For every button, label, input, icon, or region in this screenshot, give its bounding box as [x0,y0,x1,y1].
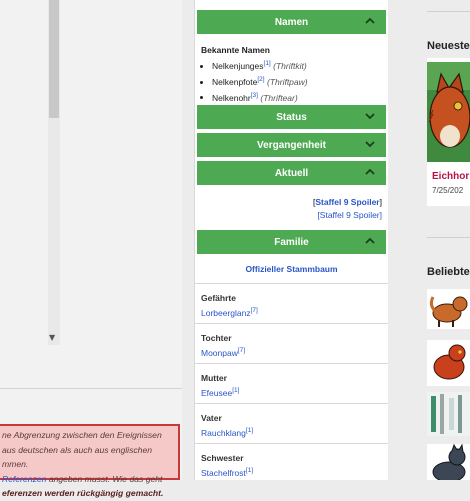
family-label: Gefährte [201,293,236,303]
family-member-link[interactable]: Moonpaw [201,348,238,358]
chevron-up-icon[interactable] [364,167,376,177]
warning-line-4-text: angeben musst. Wie das geht [46,473,163,484]
section-title: Familie [274,236,309,248]
ref-link[interactable]: [1] [264,60,271,67]
ref-link[interactable]: [7] [238,347,245,354]
divider [427,11,470,12]
family-member-link[interactable]: Stachelfrost [201,468,246,478]
family-row: Vater Rauchklang[1] [195,403,388,444]
gutter [182,0,194,480]
divider [0,388,182,389]
section-header-familie[interactable]: Familie [197,230,386,254]
ref-link[interactable]: [1] [232,387,239,394]
section-title: Namen [274,16,309,28]
popular-thumb-4[interactable] [427,444,470,480]
family-label: Mutter [201,373,227,383]
ref-link[interactable]: [1] [246,467,253,474]
chevron-up-icon[interactable] [364,236,376,246]
family-row: Gefährte Lorbeerglanz[7] [195,283,388,324]
family-member-link[interactable]: Lorbeerglanz [201,308,251,318]
chevron-down-icon[interactable] [364,139,376,149]
reference-warning-box: ne Abgrenzung zwischen den Ereignissen a… [0,424,180,498]
family-row: Schwester Stachelfrost[1] [195,443,388,481]
chevron-up-icon[interactable] [364,16,376,26]
name-de: Nelkenohr [212,92,251,103]
name-en: (Thriftkit) [273,60,307,71]
section-title: Vergangenheit [257,139,326,151]
list-item: Nelkenjunges[1] (Thriftkit) [212,57,308,73]
family-member-link[interactable]: Rauchklang [201,428,246,438]
warning-line-3: mmen. [2,459,29,469]
popular-thumb-1[interactable] [427,289,470,329]
section-title: Status [276,111,307,123]
known-names-header: Bekannte Namen [201,45,270,55]
warning-line-1: ne Abgrenzung zwischen den Ereignissen [2,430,162,440]
family-row: Mutter Efeusee[1] [195,363,388,404]
warning-line-5: eferenzen werden rückgängig gemacht. [2,486,178,501]
chevron-down-icon[interactable] [364,111,376,121]
family-label: Vater [201,413,222,423]
ref-link[interactable]: [3] [251,92,258,99]
section-header-namen[interactable]: Namen [197,10,386,34]
name-en: (Thriftpaw) [266,76,308,87]
character-infobox: Namen Bekannte Namen Nelkenjunges[1] (Th… [194,0,389,480]
article-title-link[interactable]: Eichhor [432,171,469,182]
ref-link[interactable]: [1] [246,427,253,434]
list-item: Nelkenohr[3] (Thriftear) [212,89,308,105]
ref-link[interactable]: [7] [251,307,258,314]
newest-article-card[interactable]: Eichhor 7/25/202 [427,58,470,206]
divider [427,237,470,238]
name-de: Nelkenjunges [212,60,264,71]
family-member-link[interactable]: Efeusee [201,388,232,398]
section-title: Aktuell [274,167,309,179]
spoiler-sub-link[interactable]: [Staffel 9 Spoiler] [317,210,382,220]
newest-heading: Neueste [427,40,470,52]
official-family-tree-link[interactable]: Offizieller Stammbaum [195,264,388,274]
scroll-down-arrow-icon[interactable]: ▼ [49,333,55,342]
family-row: Tochter Moonpaw[7] [195,323,388,364]
family-label: Schwester [201,453,244,463]
cat-image[interactable] [427,62,470,162]
known-names: Bekannte Namen Nelkenjunges[1] (Thriftki… [201,45,308,104]
list-item: Nelkenpfote[2] (Thriftpaw) [212,73,308,89]
section-header-status[interactable]: Status [197,105,386,129]
spoiler-link[interactable]: Staffel 9 Spoiler [315,197,379,207]
name-de: Nelkenpfote [212,76,258,87]
scrollbar-thumb[interactable] [49,0,59,118]
references-link[interactable]: Referenzen [2,474,46,484]
section-header-vergangenheit[interactable]: Vergangenheit [197,133,386,157]
spoiler-link-row: [Staffel 9 Spoiler] [313,197,382,207]
popular-heading: Beliebte [427,266,470,278]
article-date: 7/25/202 [432,186,464,195]
ref-link[interactable]: [2] [257,76,264,83]
name-en: (Thriftear) [260,92,298,103]
warning-line-4: Referenzen angeben musst. Wie das geht [2,472,178,487]
popular-thumb-2[interactable] [427,340,470,386]
bracket: ] [379,197,382,207]
warning-line-2: aus deutschen als auch aus englischen [2,444,153,455]
family-label: Tochter [201,333,232,343]
article-left-pane: ▼ ne Abgrenzung zwischen den Ereignissen… [0,0,182,498]
popular-thumb-3[interactable] [427,392,470,436]
section-header-aktuell[interactable]: Aktuell [197,161,386,185]
warning-line-5-text: eferenzen werden rückgängig gemacht. [2,488,164,498]
